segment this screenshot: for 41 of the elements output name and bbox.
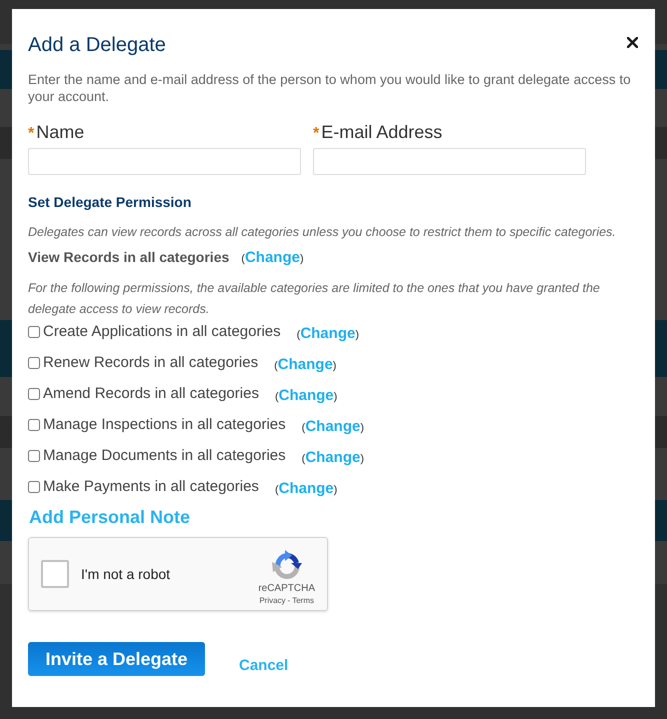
required-asterisk: * [28,124,34,144]
close-button[interactable] [625,35,640,50]
change-link[interactable]: (Change) [241,246,304,270]
captcha-checkbox[interactable] [41,560,69,588]
permission-label: Manage Documents in all categories [43,446,286,466]
captcha-brand: reCAPTCHA [258,583,315,595]
dialog-title: Add a Delegate [28,33,166,57]
permission-label: Renew Records in all categories [43,352,258,373]
close-icon [627,37,638,48]
change-link[interactable]: (Change) [274,384,338,408]
permission-checkbox[interactable] [28,388,40,400]
change-link[interactable]: (Change) [302,415,364,439]
text-input-field[interactable] [313,148,586,175]
permission-label: Manage Inspections in all categories [43,414,286,435]
view-note-text: Delegates can view records across all categories unless you choose to restrict them to specific categories. [28,224,617,241]
required-asterisk: * [313,124,320,144]
permission-label: Create Applications in all categories [43,322,281,342]
link-separator: - [288,595,290,607]
change-link[interactable]: (Change) [302,446,364,470]
field-label: Name [36,121,84,143]
permission-checkbox[interactable] [28,450,40,462]
permission-checkbox[interactable] [28,326,40,338]
change-link[interactable]: (Change) [274,353,336,377]
permission-label: Amend Records in all categories [43,384,259,404]
permission-label: Make Payments in all categories [43,476,259,497]
permission-checkbox[interactable] [28,481,40,493]
circular-arrows-icon [270,549,303,581]
invite-button[interactable]: Invite a Delegate [28,642,205,676]
text-input-field[interactable] [28,148,301,175]
privacy-link[interactable]: Privacy [259,595,286,607]
change-link[interactable]: (Change) [274,477,338,501]
permission-checkbox[interactable] [28,419,40,431]
field-label: E-mail Address [321,121,442,143]
permission-checkbox[interactable] [28,357,40,369]
view-records-label: View Records in all categories [28,248,230,267]
terms-link[interactable]: Terms [292,595,314,607]
intro-text: Enter the name and e-mail address of the person to whom you would like to grant delegate access to your account. [28,71,632,105]
captcha-label: I'm not a robot [81,564,170,584]
change-link[interactable]: (Change) [296,322,359,346]
limit-note-text: For the following permissions, the available categories are limited to the ones that you have granted the delegate access to view records. [28,280,601,318]
section-heading: Set Delegate Permission [28,193,192,211]
